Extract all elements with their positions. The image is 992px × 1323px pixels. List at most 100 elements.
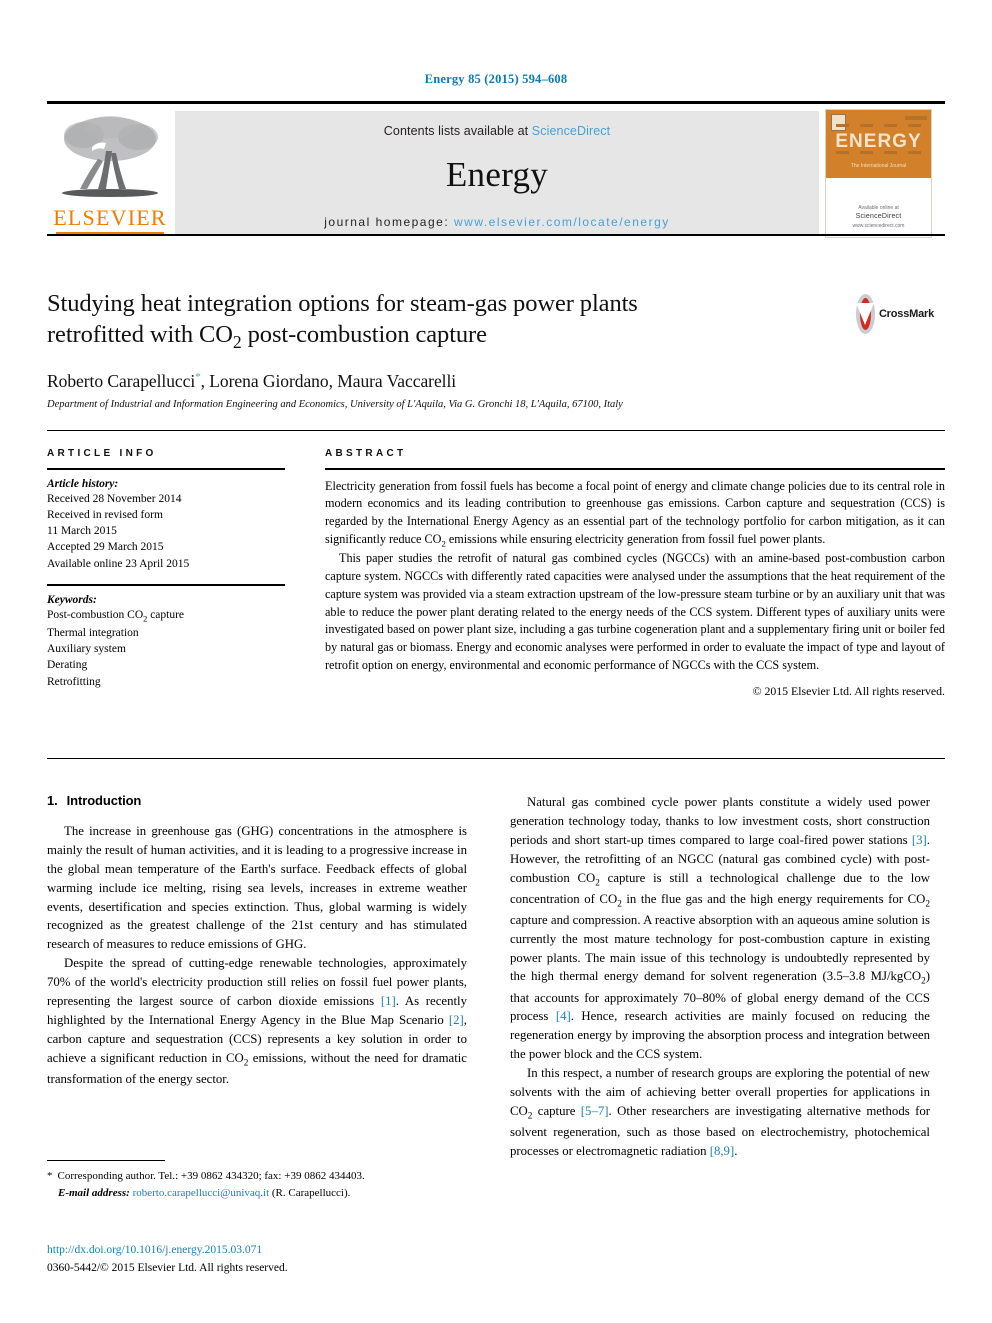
keyword-item: Post-combustion CO2 capture	[47, 607, 285, 625]
crossmark-label: CrossMark	[878, 308, 934, 320]
cover-topic-row-1	[826, 124, 931, 127]
footnote-marker: *	[47, 1170, 53, 1182]
section-heading-introduction: 1. Introduction	[47, 793, 467, 808]
contents-available-line: Contents lists available at ScienceDirec…	[175, 111, 819, 138]
running-head: Energy 85 (2015) 594–608	[424, 72, 568, 86]
homepage-url-link[interactable]: www.elsevier.com/locate/energy	[454, 215, 670, 229]
abstract-column: ABSTRACT Electricity generation from fos…	[325, 448, 945, 699]
title-subscript: 2	[232, 332, 242, 352]
abstract-copyright: © 2015 Elsevier Ltd. All rights reserved…	[752, 683, 945, 698]
cover-footer-line3: www.sciencedirect.com	[852, 222, 905, 229]
keywords-block: Keywords: Post-combustion CO2 capture Th…	[47, 584, 285, 690]
citation-link-4[interactable]: [4]	[556, 1009, 571, 1023]
p4-text-b: capture	[532, 1103, 581, 1118]
author-first: Roberto Carapellucci	[47, 371, 196, 392]
keyword-item: Derating	[47, 659, 88, 672]
affiliation: Department of Industrial and Information…	[47, 399, 623, 411]
homepage-prefix: journal homepage:	[324, 215, 454, 229]
abstract-paragraph-2: This paper studies the retrofit of natur…	[325, 551, 945, 673]
history-item: Available online 23 April 2015	[47, 557, 190, 570]
elsevier-wordmark: ELSEVIER	[53, 205, 167, 230]
p3-subscript-3: 2	[925, 898, 930, 909]
keyword-item: Retrofitting	[47, 675, 101, 688]
p3-text-g: . Hence, research activities are mainly …	[510, 1009, 930, 1062]
email-owner: (R. Carapellucci).	[271, 1186, 351, 1199]
title-block: Studying heat integration options for st…	[47, 288, 847, 410]
article-info-rule	[47, 468, 285, 470]
keyword-text-a: Post-combustion CO	[47, 608, 144, 621]
p4-text-d: .	[734, 1143, 738, 1158]
title-line-1: Studying heat integration options for st…	[47, 290, 638, 317]
citation-link-2[interactable]: [2]	[449, 1013, 464, 1027]
contents-prefix: Contents lists available at	[383, 124, 532, 138]
abstract-heading: ABSTRACT	[325, 448, 407, 459]
body-right-column: Natural gas combined cycle power plants …	[510, 793, 930, 1161]
abstract-p1-b: emissions while ensuring electricity gen…	[445, 531, 826, 546]
title-line-2a: retrofitted with CO	[47, 321, 233, 349]
corresponding-author-footnote: * Corresponding author. Tel.: +39 0862 43…	[47, 1168, 477, 1201]
cover-topic-row-2	[826, 151, 931, 154]
section-number: 1.	[47, 793, 58, 808]
intro-paragraph-3: Natural gas combined cycle power plants …	[510, 793, 930, 1064]
cover-subtitle: The International Journal	[850, 163, 907, 169]
page-title: Studying heat integration options for st…	[47, 288, 847, 353]
intro-paragraph-2: Despite the spread of cutting-edge renew…	[47, 954, 467, 1088]
crossmark-icon	[856, 294, 875, 334]
email-address-label: E-mail address:	[58, 1186, 130, 1199]
cover-top-panel: ENERGY The International Journal	[826, 110, 931, 178]
crossmark-badge[interactable]: CrossMark	[856, 292, 934, 336]
article-info-heading: ARTICLE INFO	[47, 448, 157, 459]
cover-footer-line2: ScienceDirect	[855, 213, 902, 220]
cover-bottom-panel: Available online at ScienceDirect www.sc…	[826, 178, 931, 236]
intro-paragraph-4: In this respect, a number of research gr…	[510, 1064, 930, 1161]
p3-text-e: capture and compression. A reactive abso…	[510, 912, 930, 984]
keyword-item: Thermal integration	[47, 626, 139, 639]
footnote-rule	[47, 1160, 165, 1161]
section-title: Introduction	[66, 793, 142, 808]
body-left-column: 1. Introduction The increase in greenhous…	[47, 793, 467, 1089]
page-footer: http://dx.doi.org/10.1016/j.energy.2015.…	[47, 1242, 547, 1278]
keywords-label: Keywords:	[47, 593, 97, 606]
citation-link-5[interactable]: [5–7]	[581, 1104, 609, 1118]
journal-masthead: ELSEVIER Contents lists available at Sci…	[47, 101, 945, 238]
history-item: Received in revised form	[47, 508, 163, 521]
cover-badge-icon	[831, 114, 846, 131]
abstract-rule	[325, 468, 945, 470]
keyword-item: Auxiliary system	[47, 643, 126, 656]
history-item: Received 28 November 2014	[47, 492, 182, 505]
journal-cover-thumbnail[interactable]: ENERGY The International Journal Availab…	[825, 109, 932, 238]
sciencedirect-link[interactable]: ScienceDirect	[532, 124, 610, 138]
cover-title: ENERGY	[835, 131, 922, 152]
journal-homepage-line: journal homepage: www.elsevier.com/locat…	[175, 215, 819, 229]
article-page: Energy 85 (2015) 594–608 ELSEVIER Conten…	[0, 0, 992, 1323]
cover-barcode-icon	[905, 116, 927, 120]
cover-footer: Available online at ScienceDirect www.sc…	[826, 205, 931, 231]
abstract-paragraph-1: Electricity generation from fossil fuels…	[325, 478, 945, 551]
citation-link-3[interactable]: [3]	[912, 833, 927, 847]
p3-text-d: in the flue gas and the high energy requ…	[621, 891, 926, 906]
author-email-link[interactable]: roberto.carapellucci@univaq.it	[133, 1187, 270, 1199]
title-line-2b: post-combustion capture	[241, 321, 487, 349]
citation-link-6[interactable]: [8,9]	[710, 1144, 735, 1158]
keywords-rule	[47, 584, 285, 586]
info-section-bottom-rule	[47, 758, 945, 759]
doi-link[interactable]: http://dx.doi.org/10.1016/j.energy.2015.…	[47, 1242, 547, 1260]
author-rest: , Lorena Giordano, Maura Vaccarelli	[200, 371, 457, 392]
info-section-top-rule	[47, 430, 945, 431]
history-item: 11 March 2015	[47, 525, 117, 538]
journal-title: Energy	[445, 155, 549, 194]
history-item: Accepted 29 March 2015	[47, 541, 164, 554]
elsevier-logo: ELSEVIER	[47, 109, 173, 234]
masthead-center: Contents lists available at ScienceDirec…	[175, 111, 819, 234]
author-list: Roberto Carapellucci*, Lorena Giordano, …	[47, 371, 847, 392]
keyword-text-b: capture	[147, 608, 185, 621]
masthead-bottom-rule	[47, 234, 945, 236]
elsevier-tree-icon	[54, 113, 166, 205]
article-history-label: Article history:	[47, 477, 119, 490]
intro-paragraph-1: The increase in greenhouse gas (GHG) con…	[47, 824, 467, 952]
p3-text-a: Natural gas combined cycle power plants …	[510, 795, 930, 847]
citation-link-1[interactable]: [1]	[381, 994, 396, 1008]
issn-copyright-line: 0360-5442/© 2015 Elsevier Ltd. All right…	[47, 1261, 288, 1274]
article-info-column: ARTICLE INFO Article history: Received 2…	[47, 448, 285, 690]
footnote-corresponding-text: Corresponding author. Tel.: +39 0862 434…	[57, 1170, 365, 1182]
